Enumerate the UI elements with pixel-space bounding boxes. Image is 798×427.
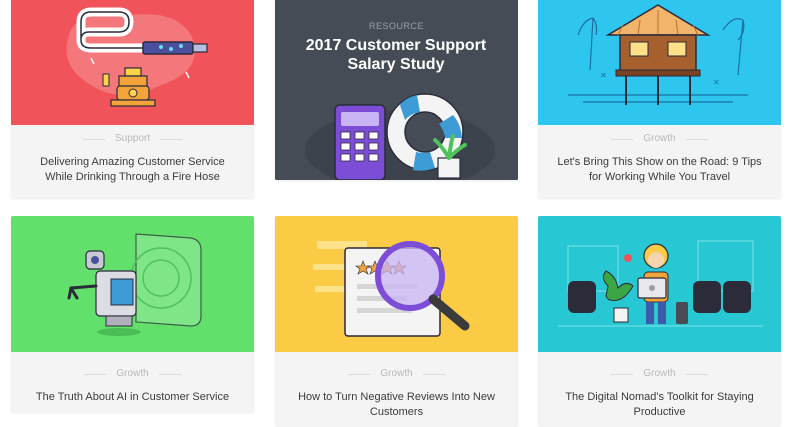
- category-label: Growth: [11, 368, 254, 380]
- fire-hydrant-hose-icon: [66, 7, 208, 107]
- svg-text:✕: ✕: [600, 71, 607, 80]
- card-image: [11, 0, 254, 125]
- card-title[interactable]: 2017 Customer Support Salary Study: [301, 36, 491, 74]
- beach-hut-palms-icon: ✕ ✕: [568, 4, 748, 105]
- card-image: [275, 216, 518, 352]
- article-card-negative-reviews[interactable]: Growth How to Turn Negative Reviews Into…: [275, 216, 518, 426]
- card-title[interactable]: The Digital Nomad's Toolkit for Staying …: [552, 390, 767, 420]
- article-card-fire-hose[interactable]: Support Delivering Amazing Customer Serv…: [11, 0, 254, 198]
- article-card-ai-customer-service[interactable]: Growth The Truth About AI in Customer Se…: [11, 216, 254, 412]
- article-card-travel-tips[interactable]: ✕ ✕ Growth Let's Bring This Show on the …: [538, 0, 781, 198]
- card-title[interactable]: The Truth About AI in Customer Service: [25, 390, 240, 405]
- resource-label: RESOURCE: [368, 21, 424, 31]
- category-label: Growth: [538, 368, 781, 380]
- card-image: [11, 216, 254, 352]
- category-label: Support: [11, 133, 254, 145]
- category-label: Growth: [275, 368, 518, 380]
- resource-card-salary-study[interactable]: RESOURCE 2017 Customer Support Salary St…: [275, 0, 518, 180]
- nomad-laptop-icon: [558, 240, 763, 327]
- card-title[interactable]: Let's Bring This Show on the Road: 9 Tip…: [552, 155, 767, 185]
- article-card-digital-nomad[interactable]: Growth The Digital Nomad's Toolkit for S…: [538, 216, 781, 426]
- card-image: [538, 216, 781, 352]
- robot-icon: [67, 233, 202, 336]
- card-title[interactable]: Delivering Amazing Customer Service Whil…: [25, 155, 240, 185]
- svg-text:✕: ✕: [713, 78, 720, 87]
- category-label: Growth: [538, 133, 781, 145]
- card-title[interactable]: How to Turn Negative Reviews Into New Cu…: [289, 390, 504, 420]
- magnifier-review-icon: [313, 241, 470, 337]
- card-image: ✕ ✕: [538, 0, 781, 125]
